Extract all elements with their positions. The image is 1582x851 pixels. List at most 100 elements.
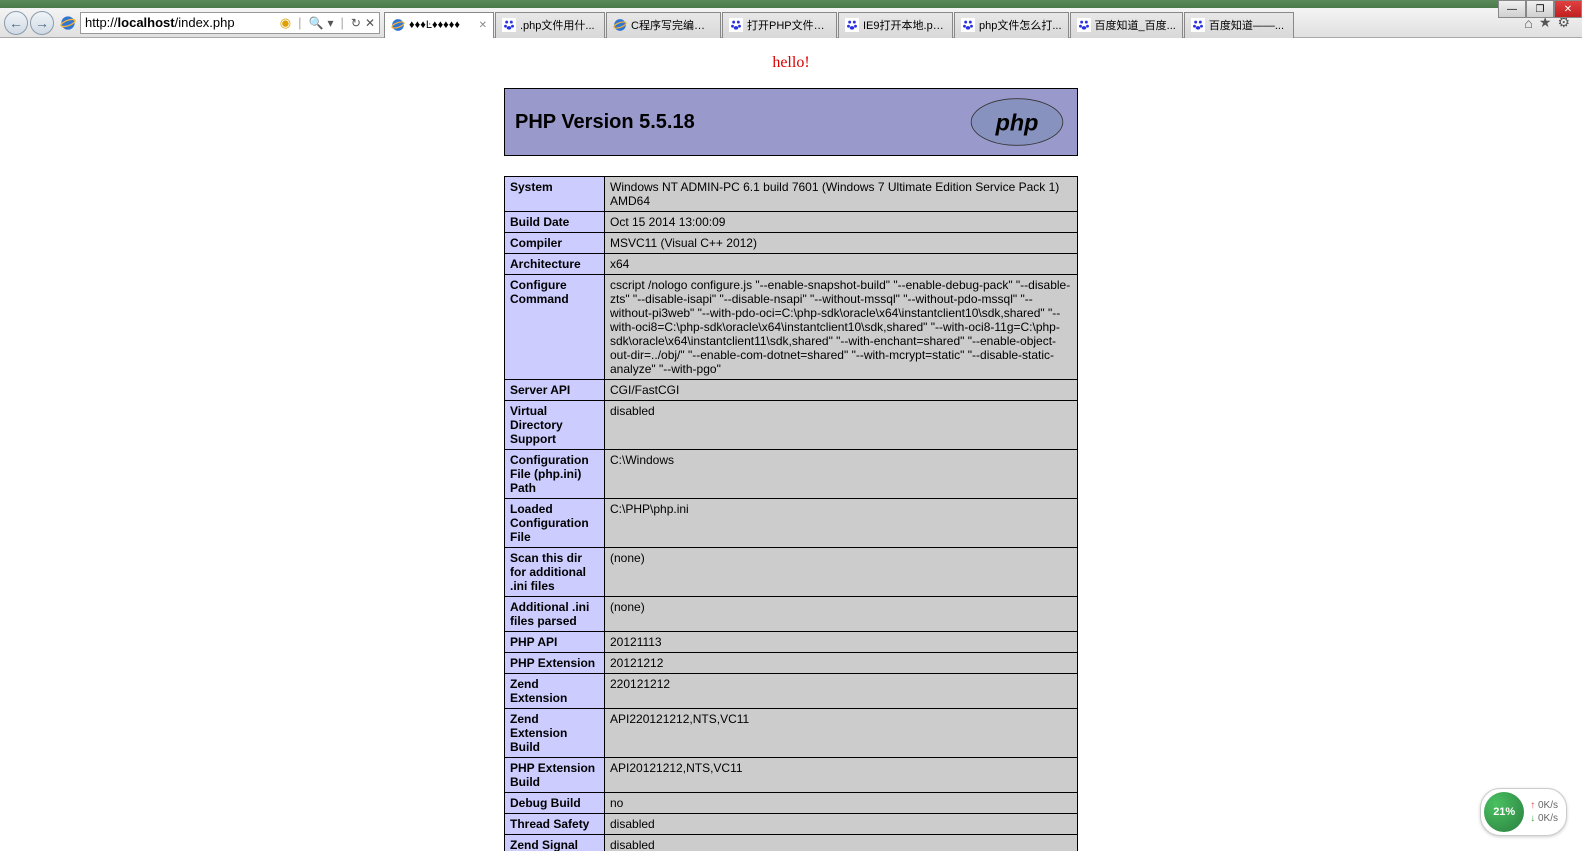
hello-heading: hello! [0,38,1582,88]
window-titlebar: — ❐ ✕ [0,0,1582,8]
phpinfo-header: PHP Version 5.5.18 php [504,88,1078,156]
svg-text:php: php [995,109,1039,135]
browser-tab[interactable]: C程序写完编译... [606,12,721,38]
table-row: CompilerMSVC11 (Visual C++ 2012) [505,233,1078,254]
info-value: C:\Windows [605,450,1078,499]
table-row: SystemWindows NT ADMIN-PC 6.1 build 7601… [505,177,1078,212]
window-minimize-button[interactable]: — [1498,0,1526,18]
info-key: Architecture [505,254,605,275]
browser-tab[interactable]: 百度知道_百度... [1070,12,1183,38]
ie-icon [60,15,76,31]
net-upload: 0K/s [1530,799,1558,812]
table-row: Build DateOct 15 2014 13:00:09 [505,212,1078,233]
info-value: API220121212,NTS,VC11 [605,709,1078,758]
browser-tab[interactable]: IE9打开本地.ph... [838,12,953,38]
info-value: 220121212 [605,674,1078,709]
stop-icon[interactable]: ✕ [365,16,375,30]
info-value: Oct 15 2014 13:00:09 [605,212,1078,233]
table-row: Zend Extension BuildAPI220121212,NTS,VC1… [505,709,1078,758]
info-value: API20121212,NTS,VC11 [605,758,1078,793]
info-value: 20121113 [605,632,1078,653]
tab-label: .php文件用什... [520,17,595,33]
network-widget[interactable]: 21% 0K/s 0K/s [1480,788,1567,836]
net-download: 0K/s [1530,812,1558,825]
info-value: (none) [605,597,1078,632]
info-value: disabled [605,401,1078,450]
info-value: Windows NT ADMIN-PC 6.1 build 7601 (Wind… [605,177,1078,212]
tab-label: C程序写完编译... [631,17,714,33]
dropdown-icon[interactable]: ▾ [327,16,333,30]
table-row: Loaded Configuration FileC:\PHP\php.ini [505,499,1078,548]
browser-tab[interactable]: php文件怎么打... [954,12,1069,38]
info-key: Build Date [505,212,605,233]
info-key: Configure Command [505,275,605,380]
window-close-button[interactable]: ✕ [1554,0,1582,18]
table-row: Architecturex64 [505,254,1078,275]
nav-forward-button[interactable]: → [30,11,54,35]
nav-back-button[interactable]: ← [4,11,28,35]
tab-label: 打开PHP文件提... [747,17,830,33]
info-value: 20121212 [605,653,1078,674]
table-row: Configure Commandcscript /nologo configu… [505,275,1078,380]
table-row: PHP Extension BuildAPI20121212,NTS,VC11 [505,758,1078,793]
table-row: Configuration File (php.ini) PathC:\Wind… [505,450,1078,499]
info-value: C:\PHP\php.ini [605,499,1078,548]
info-key: Zend Extension Build [505,709,605,758]
tab-label: 百度知道——... [1209,17,1284,33]
info-key: Scan this dir for additional .ini files [505,548,605,597]
phpinfo-table: SystemWindows NT ADMIN-PC 6.1 build 7601… [504,176,1078,851]
window-maximize-button[interactable]: ❐ [1526,0,1554,18]
search-icon[interactable]: 🔍 [309,16,324,30]
refresh-icon[interactable]: ↻ [351,16,361,30]
table-row: Zend Extension220121212 [505,674,1078,709]
info-key: PHP API [505,632,605,653]
info-key: PHP Extension [505,653,605,674]
info-key: PHP Extension Build [505,758,605,793]
browser-tab[interactable]: .php文件用什... [495,12,605,38]
table-row: Additional .ini files parsed(none) [505,597,1078,632]
info-value: cscript /nologo configure.js "--enable-s… [605,275,1078,380]
table-row: PHP Extension20121212 [505,653,1078,674]
info-key: Zend Signal Handling [505,835,605,851]
info-key: Thread Safety [505,814,605,835]
table-row: Virtual Directory Supportdisabled [505,401,1078,450]
table-row: PHP API20121113 [505,632,1078,653]
browser-tab[interactable]: ♦♦♦Ŀ♦♦♦♦♦✕ [384,12,494,38]
table-row: Thread Safetydisabled [505,814,1078,835]
info-value: no [605,793,1078,814]
url-path: /index.php [175,15,235,30]
table-row: Server APICGI/FastCGI [505,380,1078,401]
tab-bar: ♦♦♦Ŀ♦♦♦♦♦✕ .php文件用什... C程序写完编译... 打开PHP文件提.… [384,8,1516,38]
php-logo-icon: php [967,97,1067,147]
url-host: localhost [118,15,175,30]
table-row: Zend Signal Handlingdisabled [505,835,1078,851]
address-bar[interactable]: http://localhost/index.php ◉ | 🔍 ▾ | ↻ ✕ [80,12,380,34]
tab-label: php文件怎么打... [979,17,1062,33]
info-key: Zend Extension [505,674,605,709]
compat-icon[interactable]: ◉ [280,15,291,31]
info-key: Compiler [505,233,605,254]
tab-label: IE9打开本地.ph... [863,17,946,33]
info-value: disabled [605,835,1078,851]
browser-toolbar: ← → http://localhost/index.php ◉ | 🔍 ▾ |… [0,8,1582,38]
info-value: (none) [605,548,1078,597]
info-key: System [505,177,605,212]
url-prefix: http:// [85,15,118,30]
phpinfo-container: PHP Version 5.5.18 php SystemWindows NT … [504,88,1078,851]
table-row: Debug Buildno [505,793,1078,814]
php-version-title: PHP Version 5.5.18 [515,111,695,134]
browser-tab[interactable]: 百度知道——... [1184,12,1294,38]
browser-tab[interactable]: 打开PHP文件提... [722,12,837,38]
info-key: Debug Build [505,793,605,814]
info-key: Virtual Directory Support [505,401,605,450]
page-content: hello! PHP Version 5.5.18 php SystemWind… [0,38,1582,851]
network-speeds: 0K/s 0K/s [1530,799,1558,825]
info-value: MSVC11 (Visual C++ 2012) [605,233,1078,254]
info-key: Server API [505,380,605,401]
info-value: disabled [605,814,1078,835]
tab-close-icon[interactable]: ✕ [479,20,487,31]
tab-label: 百度知道_百度... [1095,17,1176,33]
info-value: CGI/FastCGI [605,380,1078,401]
table-row: Scan this dir for additional .ini files(… [505,548,1078,597]
info-key: Configuration File (php.ini) Path [505,450,605,499]
